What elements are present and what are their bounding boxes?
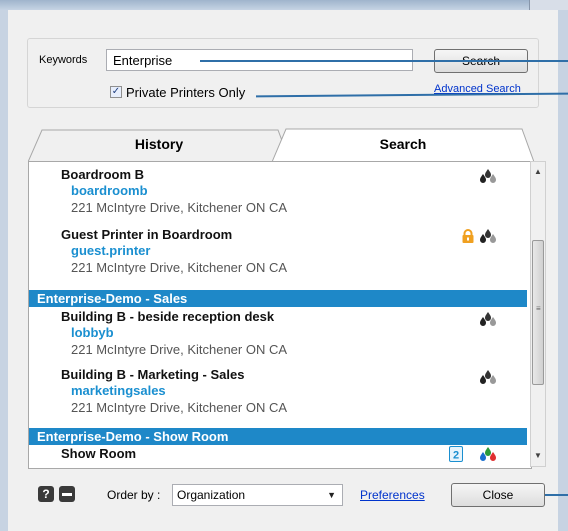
printer-address: 221 McIntyre Drive, Kitchener ON CA bbox=[71, 400, 288, 415]
duplex-badge-icon: 2 bbox=[449, 446, 463, 462]
printer-name: Show Room bbox=[61, 446, 137, 461]
callout-line-keywords bbox=[200, 60, 568, 62]
printer-search-window: Keywords Search ✓ Private Printers Only … bbox=[0, 0, 568, 531]
printer-address: 221 McIntyre Drive, Kitchener ON CA bbox=[71, 342, 288, 357]
results-list[interactable]: Boardroom B boardroomb 221 McIntyre Driv… bbox=[28, 161, 532, 469]
scroll-down-arrow-icon[interactable]: ▼ bbox=[531, 448, 545, 464]
mono-ink-drops-icon bbox=[480, 169, 496, 183]
list-item[interactable]: Boardroom B boardroomb 221 McIntyre Driv… bbox=[29, 162, 531, 222]
tab-history-label: History bbox=[134, 136, 184, 152]
keywords-label: Keywords bbox=[39, 54, 88, 66]
private-printers-checkbox[interactable]: ✓ bbox=[110, 86, 122, 98]
results-scrollbar[interactable]: ▲ ≡ ▼ bbox=[530, 161, 546, 467]
svg-text:2: 2 bbox=[453, 450, 459, 462]
window-frame-right bbox=[558, 10, 568, 531]
tab-search-label: Search bbox=[379, 136, 427, 152]
close-button[interactable]: Close bbox=[451, 483, 545, 507]
chevron-down-icon: ▼ bbox=[327, 490, 336, 500]
minus-icon bbox=[62, 493, 72, 496]
printer-name: Guest Printer in Boardroom bbox=[61, 227, 233, 242]
list-item[interactable]: Building B - beside reception desk lobby… bbox=[29, 307, 531, 367]
lock-icon bbox=[462, 229, 474, 243]
scroll-thumb[interactable]: ≡ bbox=[532, 240, 544, 385]
help-icon: ? bbox=[42, 487, 50, 501]
printer-id: boardroomb bbox=[71, 183, 148, 198]
list-item[interactable]: Show Room 2 bbox=[29, 445, 531, 468]
tab-history[interactable]: History bbox=[28, 128, 290, 162]
printer-id: marketingsales bbox=[71, 383, 166, 398]
group-header-sales: Enterprise-Demo - Sales bbox=[29, 290, 527, 307]
mono-ink-drops-icon bbox=[480, 229, 496, 243]
grip-icon: ≡ bbox=[536, 304, 541, 313]
printer-name: Boardroom B bbox=[61, 167, 145, 182]
printer-address: 221 McIntyre Drive, Kitchener ON CA bbox=[71, 260, 288, 275]
order-by-label: Order by : bbox=[107, 488, 161, 502]
scroll-up-arrow-icon[interactable]: ▲ bbox=[531, 164, 545, 180]
order-by-select[interactable]: Organization ▼ bbox=[172, 484, 343, 506]
window-close-button[interactable] bbox=[529, 0, 568, 10]
title-bar[interactable] bbox=[0, 0, 568, 10]
window-frame-left bbox=[0, 10, 8, 531]
list-item[interactable]: Building B - Marketing - Sales marketing… bbox=[29, 365, 531, 425]
help-button[interactable]: ? bbox=[38, 486, 54, 502]
printer-address: 221 McIntyre Drive, Kitchener ON CA bbox=[71, 200, 288, 215]
mono-ink-drops-icon bbox=[480, 312, 496, 326]
printer-name: Building B - Marketing - Sales bbox=[61, 367, 245, 382]
collapse-button[interactable] bbox=[59, 486, 75, 502]
printer-id: guest.printer bbox=[71, 243, 151, 258]
group-header-show-room: Enterprise-Demo - Show Room bbox=[29, 428, 527, 445]
list-item[interactable]: Guest Printer in Boardroom guest.printer… bbox=[29, 222, 531, 282]
printer-id: lobbyb bbox=[71, 325, 114, 340]
private-printers-label[interactable]: Private Printers Only bbox=[126, 85, 245, 100]
mono-ink-drops-icon bbox=[480, 370, 496, 384]
tab-search[interactable]: Search bbox=[272, 128, 534, 162]
printer-name: Building B - beside reception desk bbox=[61, 309, 275, 324]
color-ink-drops-icon bbox=[480, 447, 496, 461]
preferences-link[interactable]: Preferences bbox=[360, 488, 425, 502]
order-by-value: Organization bbox=[177, 488, 246, 502]
